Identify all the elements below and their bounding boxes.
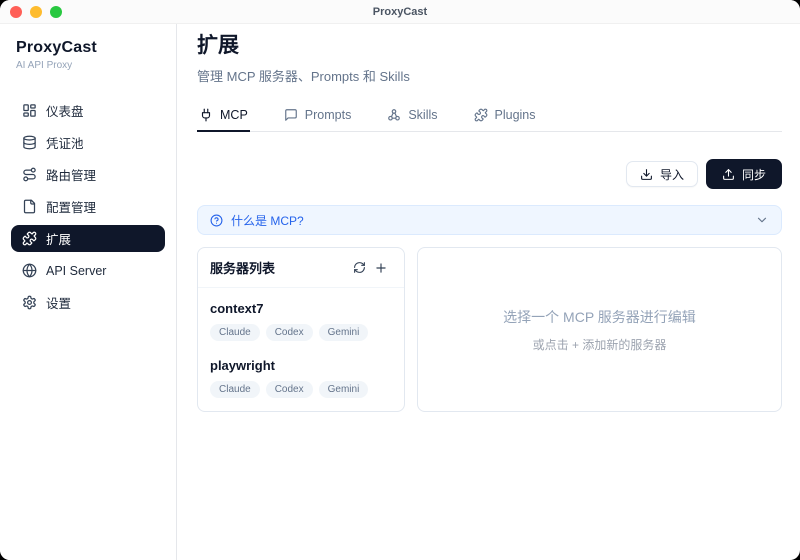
toolbar: 导入 同步 bbox=[197, 159, 782, 189]
app-subtitle: AI API Proxy bbox=[16, 59, 165, 73]
client-badge: Gemini bbox=[319, 381, 369, 398]
import-button[interactable]: 导入 bbox=[626, 161, 698, 187]
editor-placeholder-hint: 或点击 + 添加新的服务器 bbox=[533, 336, 667, 353]
banner-text: 什么是 MCP? bbox=[231, 212, 747, 229]
import-button-label: 导入 bbox=[660, 166, 684, 183]
tab-label: Prompts bbox=[305, 108, 352, 122]
plus-icon bbox=[374, 261, 388, 275]
server-list-panel: 服务器列表 bbox=[197, 247, 405, 412]
titlebar: ProxyCast bbox=[0, 0, 800, 24]
editor-placeholder-title: 选择一个 MCP 服务器进行编辑 bbox=[503, 307, 696, 327]
file-icon bbox=[22, 199, 37, 214]
sidebar-item-dashboard[interactable]: 仪表盘 bbox=[11, 97, 165, 124]
mcp-info-banner[interactable]: 什么是 MCP? bbox=[197, 205, 782, 235]
main-content: 扩展 管理 MCP 服务器、Prompts 和 Skills MCP Promp… bbox=[177, 24, 800, 560]
sync-button[interactable]: 同步 bbox=[706, 159, 782, 189]
tab-mcp[interactable]: MCP bbox=[197, 108, 250, 132]
sync-button-label: 同步 bbox=[742, 166, 766, 183]
globe-icon bbox=[22, 263, 37, 278]
client-badge: Claude bbox=[210, 381, 260, 398]
sidebar-item-api-server[interactable]: API Server bbox=[11, 257, 165, 284]
tab-plugins[interactable]: Plugins bbox=[472, 108, 538, 132]
app-logo: ProxyCast AI API Proxy bbox=[11, 38, 165, 73]
puzzle-icon bbox=[474, 108, 488, 122]
sidebar-item-routes[interactable]: 路由管理 bbox=[11, 161, 165, 188]
sidebar-item-extensions[interactable]: 扩展 bbox=[11, 225, 165, 252]
sidebar-item-label: 仪表盘 bbox=[46, 101, 84, 120]
server-list-title: 服务器列表 bbox=[210, 258, 348, 277]
sidebar-item-label: API Server bbox=[46, 264, 106, 278]
server-name: playwright bbox=[210, 358, 392, 374]
download-icon bbox=[640, 168, 653, 181]
help-circle-icon bbox=[210, 214, 223, 227]
message-icon bbox=[284, 108, 298, 122]
minimize-window-button[interactable] bbox=[30, 6, 42, 18]
add-server-button[interactable] bbox=[370, 257, 392, 279]
cluster-icon bbox=[387, 108, 401, 122]
refresh-button[interactable] bbox=[348, 257, 370, 279]
page-title: 扩展 bbox=[197, 32, 782, 60]
sidebar-item-label: 路由管理 bbox=[46, 165, 96, 184]
tab-label: MCP bbox=[220, 108, 248, 122]
zoom-window-button[interactable] bbox=[50, 6, 62, 18]
sidebar-item-label: 扩展 bbox=[46, 229, 71, 248]
tab-label: Skills bbox=[408, 108, 437, 122]
route-icon bbox=[22, 167, 37, 182]
client-badge: Codex bbox=[266, 324, 313, 341]
client-badge: Gemini bbox=[319, 324, 369, 341]
plug-icon bbox=[199, 108, 213, 122]
tab-skills[interactable]: Skills bbox=[385, 108, 439, 132]
app-window: ProxyCast ProxyCast AI API Proxy 仪表盘 bbox=[0, 0, 800, 560]
sidebar-nav: 仪表盘 凭证池 路由管理 bbox=[11, 97, 165, 316]
database-icon bbox=[22, 135, 37, 150]
gear-icon bbox=[22, 295, 37, 310]
sidebar-item-config[interactable]: 配置管理 bbox=[11, 193, 165, 220]
server-editor-panel: 选择一个 MCP 服务器进行编辑 或点击 + 添加新的服务器 bbox=[417, 247, 782, 412]
sidebar-item-label: 配置管理 bbox=[46, 197, 96, 216]
tab-prompts[interactable]: Prompts bbox=[282, 108, 354, 132]
chevron-down-icon bbox=[755, 213, 769, 227]
client-badge: Codex bbox=[266, 381, 313, 398]
page-subtitle: 管理 MCP 服务器、Prompts 和 Skills bbox=[197, 68, 782, 86]
traffic-lights bbox=[10, 0, 62, 24]
refresh-icon bbox=[353, 261, 366, 274]
server-name: context7 bbox=[210, 301, 392, 317]
upload-icon bbox=[722, 168, 735, 181]
sidebar-item-settings[interactable]: 设置 bbox=[11, 289, 165, 316]
sidebar-item-label: 设置 bbox=[46, 293, 71, 312]
sidebar-item-label: 凭证池 bbox=[46, 133, 84, 152]
sidebar-item-credentials[interactable]: 凭证池 bbox=[11, 129, 165, 156]
close-window-button[interactable] bbox=[10, 6, 22, 18]
app-name: ProxyCast bbox=[16, 38, 165, 58]
sidebar: ProxyCast AI API Proxy 仪表盘 凭证池 bbox=[0, 24, 177, 560]
server-badges: Claude Codex Gemini bbox=[210, 381, 392, 398]
tab-label: Plugins bbox=[495, 108, 536, 122]
server-item-context7[interactable]: context7 Claude Codex Gemini bbox=[210, 301, 392, 341]
server-badges: Claude Codex Gemini bbox=[210, 324, 392, 341]
dashboard-icon bbox=[22, 103, 37, 118]
server-item-playwright[interactable]: playwright Claude Codex Gemini bbox=[210, 358, 392, 398]
server-items: context7 Claude Codex Gemini playwright … bbox=[198, 288, 404, 428]
client-badge: Claude bbox=[210, 324, 260, 341]
tab-bar: MCP Prompts Skills bbox=[197, 108, 782, 132]
window-title: ProxyCast bbox=[373, 6, 427, 18]
puzzle-icon bbox=[22, 231, 37, 246]
server-list-header: 服务器列表 bbox=[198, 248, 404, 288]
